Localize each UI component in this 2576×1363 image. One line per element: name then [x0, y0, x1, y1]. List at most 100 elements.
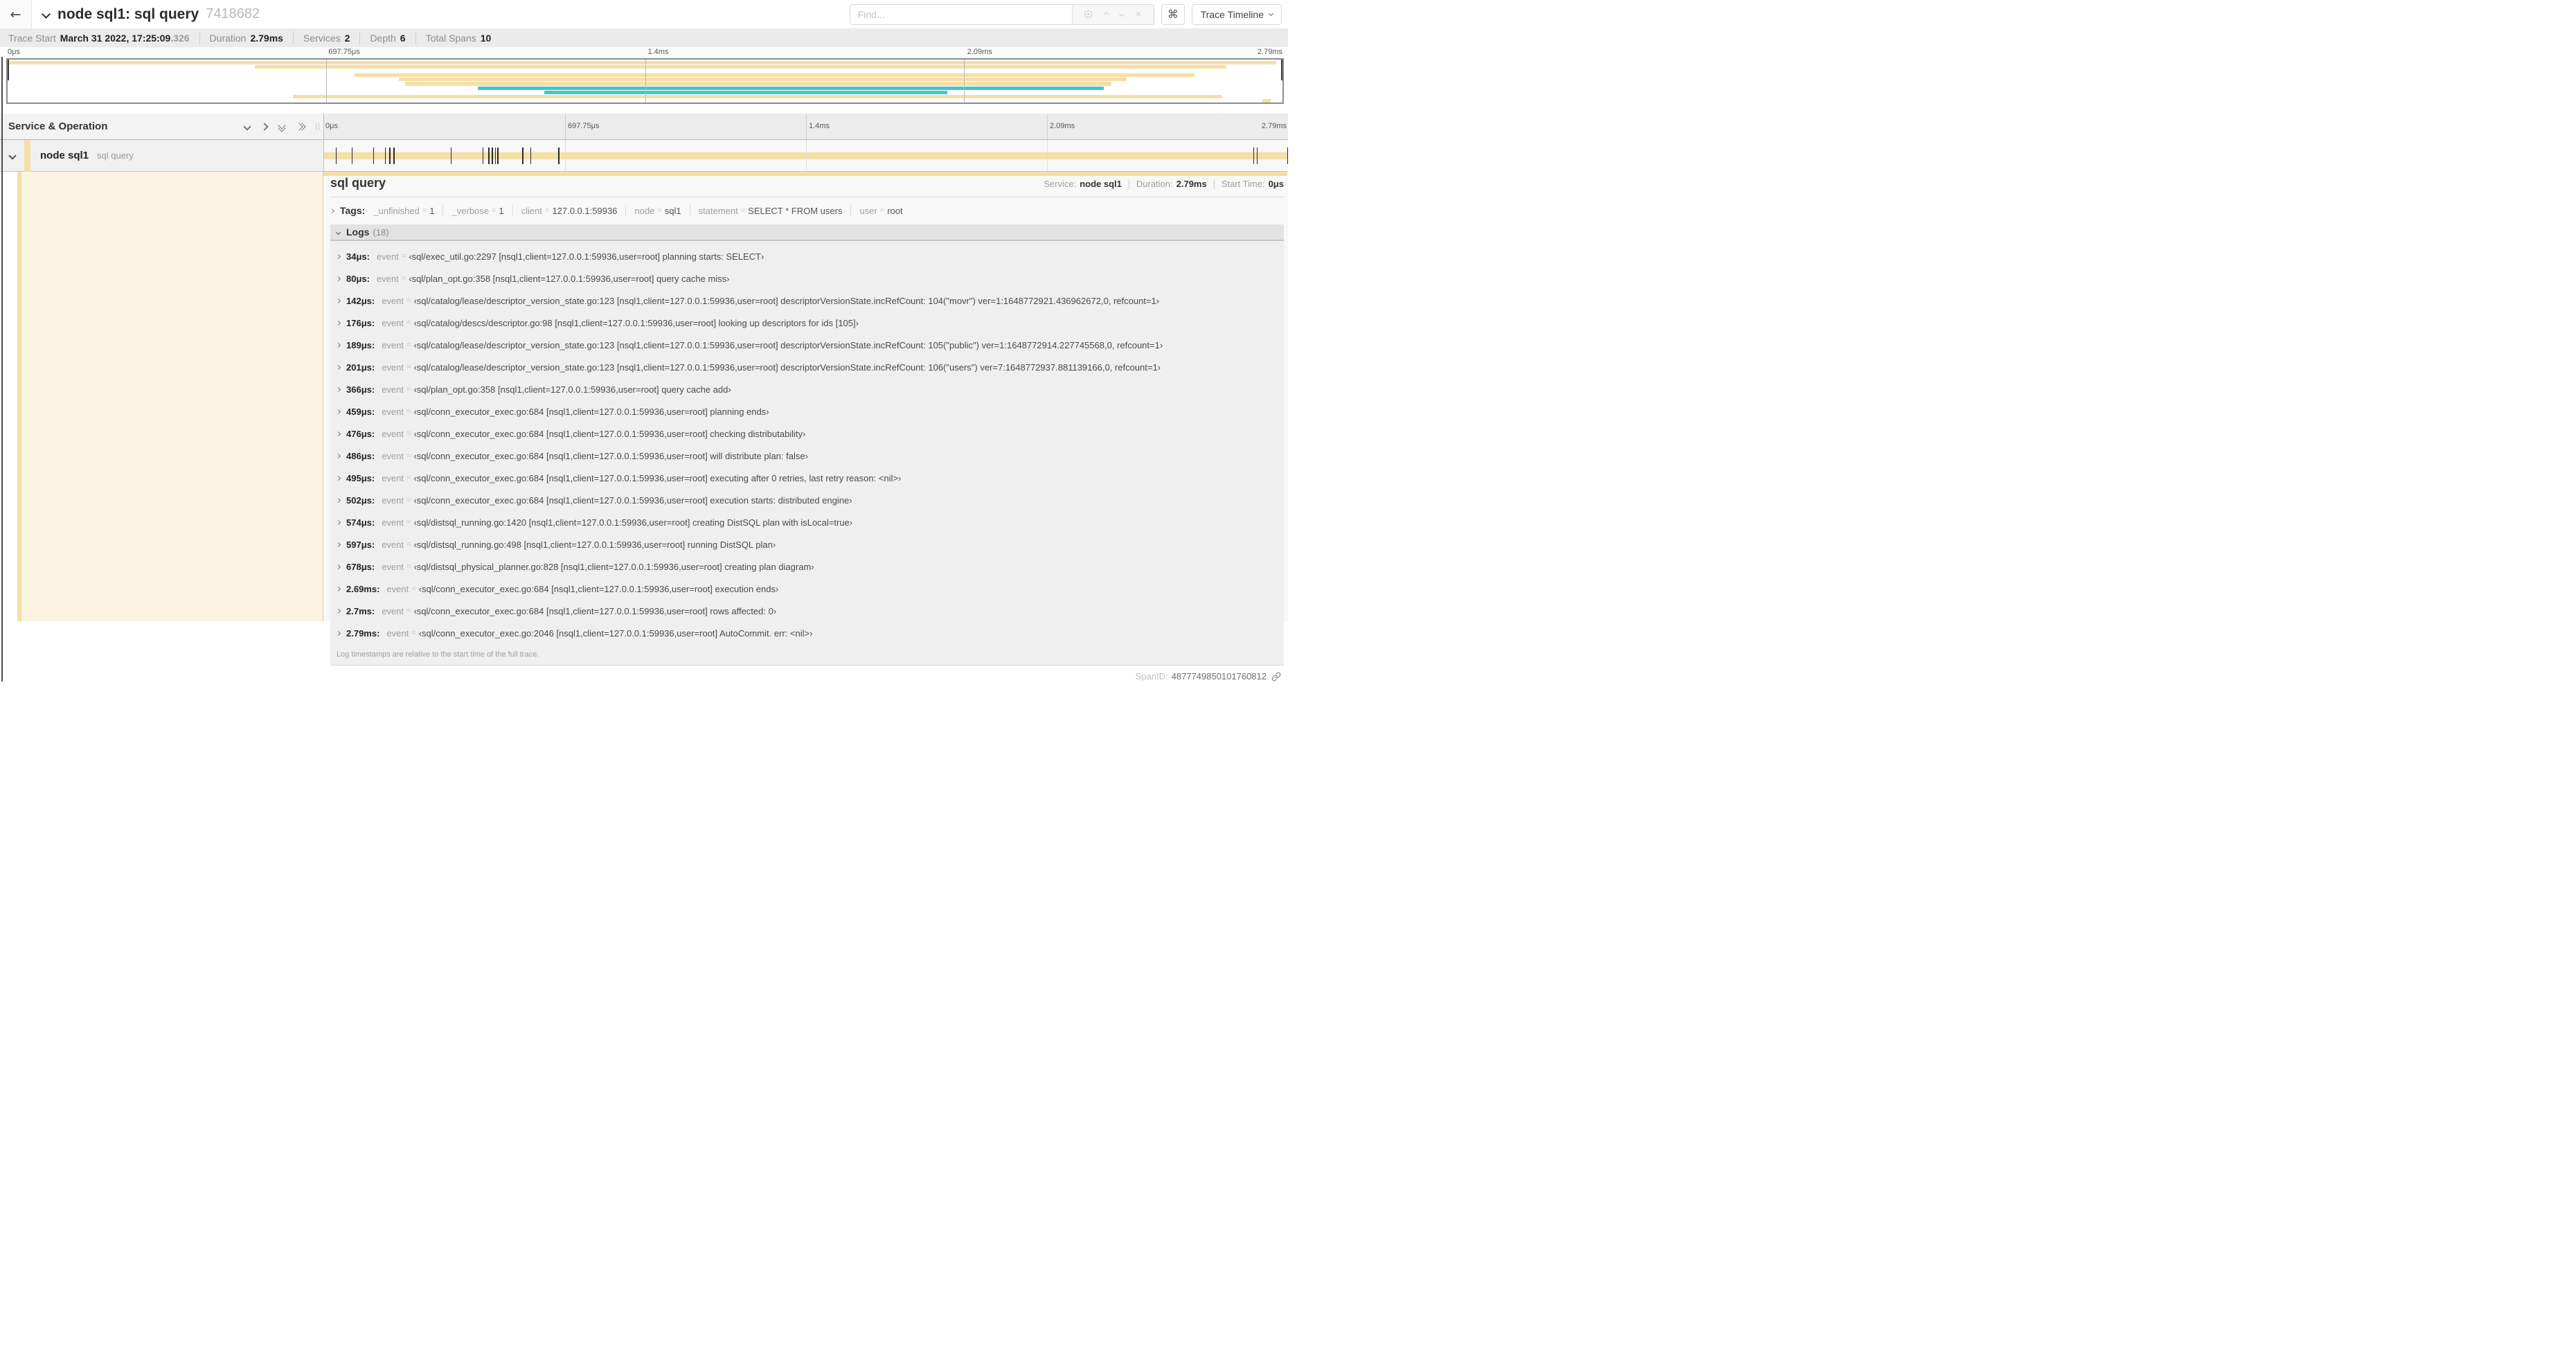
log-entry[interactable]: 597μs: event = ‹sql/distsql_running.go:498 …: [330, 533, 1284, 555]
separator: [359, 31, 361, 44]
equals-sign: =: [406, 296, 411, 305]
equals-sign: =: [406, 407, 411, 416]
span-id-row: SpanID: 4877749850101760812: [330, 671, 1284, 682]
log-entry[interactable]: 459μs: event = ‹sql/conn_executor_exec.go:6…: [330, 400, 1284, 422]
trace-info-value: March 31 2022, 17:25:09: [60, 32, 171, 44]
span-bar-cell[interactable]: [323, 140, 1288, 171]
span-row[interactable]: node sql1 sql query: [0, 139, 1288, 172]
log-marker-tick[interactable]: [522, 147, 524, 164]
log-field-value: ‹sql/conn_executor_exec.go:684 [nsql1,cl…: [413, 406, 769, 417]
log-entry[interactable]: 80μs: event = ‹sql/plan_opt.go:358 [nsql1,c…: [330, 267, 1284, 289]
log-field-value: ‹sql/catalog/lease/descriptor_version_st…: [413, 295, 1160, 306]
chevron-right-icon: [335, 586, 341, 591]
minimap-scrubber-left[interactable]: [8, 60, 9, 80]
timeline-tick-label: 0μs: [325, 122, 338, 130]
keyboard-shortcuts-button[interactable]: ⌘: [1161, 3, 1185, 25]
span-name-cell[interactable]: node sql1 sql query: [0, 139, 323, 172]
log-entry[interactable]: 2.69ms: event = ‹sql/conn_executor_exec.go:…: [330, 578, 1284, 600]
link-icon[interactable]: [1271, 672, 1281, 682]
log-field-key: event: [382, 517, 404, 528]
tags-row[interactable]: Tags: _unfinished = 1 _verbose = 1 client = 127.…: [329, 205, 1284, 216]
log-field-key: event: [382, 362, 404, 373]
log-marker-tick[interactable]: [488, 147, 490, 164]
chevron-down-icon: [335, 229, 341, 235]
detail-title: sql query: [330, 176, 386, 190]
log-entry[interactable]: 366μs: event = ‹sql/plan_opt.go:358 [nsql1,…: [330, 378, 1284, 400]
log-entry[interactable]: 502μs: event = ‹sql/conn_executor_exec.go:6…: [330, 489, 1284, 511]
tags-items: _unfinished = 1 _verbose = 1 client = 127.0.0.1:…: [373, 205, 903, 216]
prev-match-icon[interactable]: [1103, 11, 1109, 17]
log-timestamp: 2.79ms:: [346, 627, 380, 639]
log-field-value: ‹sql/distsql_running.go:1420 [nsql1,clie…: [413, 517, 853, 528]
log-timestamp: 2.69ms:: [346, 583, 380, 594]
separator: [292, 31, 294, 44]
separator: [850, 205, 852, 216]
log-entry[interactable]: 678μs: event = ‹sql/distsql_physical_planne…: [330, 555, 1284, 578]
log-entry[interactable]: 486μs: event = ‹sql/conn_executor_exec.go:6…: [330, 445, 1284, 467]
equals-sign: =: [406, 474, 411, 482]
log-entry[interactable]: 2.79ms: event = ‹sql/conn_executor_exec.go:…: [330, 622, 1284, 644]
span-id-label: SpanID:: [1135, 671, 1168, 682]
log-entry[interactable]: 176μs: event = ‹sql/catalog/descs/descripto…: [330, 312, 1284, 334]
log-marker-tick[interactable]: [393, 147, 395, 164]
trace-info-label: Total Spans: [425, 32, 476, 44]
equals-sign: =: [401, 274, 406, 283]
log-marker-tick[interactable]: [530, 147, 532, 164]
log-entry[interactable]: 495μs: event = ‹sql/conn_executor_exec.go:6…: [330, 467, 1284, 489]
equals-sign: =: [422, 206, 427, 215]
chevron-down-icon[interactable]: [243, 122, 251, 131]
double-chevron-down-icon[interactable]: [278, 121, 286, 132]
log-entry[interactable]: 142μs: event = ‹sql/catalog/lease/descripto…: [330, 289, 1284, 312]
log-entry[interactable]: 201μs: event = ‹sql/catalog/lease/descripto…: [330, 356, 1284, 378]
logs-header[interactable]: Logs (18): [330, 224, 1284, 241]
log-marker-tick[interactable]: [384, 147, 386, 164]
log-marker-tick[interactable]: [335, 147, 337, 164]
log-marker-tick[interactable]: [494, 147, 497, 164]
log-entry[interactable]: 189μs: event = ‹sql/catalog/lease/descripto…: [330, 334, 1284, 356]
tag-key: _verbose: [451, 205, 489, 216]
log-marker-tick[interactable]: [497, 147, 499, 164]
log-marker-tick[interactable]: [389, 147, 391, 164]
chevron-right-icon: [335, 475, 341, 481]
log-entry[interactable]: 476μs: event = ‹sql/conn_executor_exec.go:6…: [330, 422, 1284, 445]
summary-label: Start Time:: [1221, 179, 1265, 189]
detail-row-background: [21, 172, 323, 621]
column-resizer-grip[interactable]: [316, 123, 319, 130]
trace-view-selector[interactable]: Trace Timeline: [1191, 3, 1282, 25]
log-marker-tick[interactable]: [1257, 147, 1258, 164]
collapse-trace-header-icon[interactable]: [42, 10, 51, 19]
chevron-right-icon: [335, 519, 341, 525]
double-chevron-right-icon[interactable]: [295, 122, 306, 131]
log-field-value: ‹sql/distsql_running.go:498 [nsql1,clien…: [413, 539, 776, 550]
chevron-right-icon: [335, 431, 341, 436]
chevron-right-icon[interactable]: [260, 122, 269, 131]
log-entry[interactable]: 34μs: event = ‹sql/exec_util.go:2297 [nsql1…: [330, 245, 1284, 267]
chevron-right-icon: [335, 608, 341, 614]
log-field-key: event: [382, 495, 404, 506]
log-marker-tick[interactable]: [373, 147, 375, 164]
detail-summary: Service: node sql1 Duration: 2.79ms Start Ti…: [1044, 179, 1284, 189]
minimap-scrubber-right[interactable]: [1281, 60, 1282, 80]
log-marker-tick[interactable]: [1253, 147, 1255, 164]
next-match-icon[interactable]: [1118, 11, 1125, 17]
tag-key: user: [859, 205, 877, 216]
clear-search-icon[interactable]: ×: [1135, 9, 1141, 19]
span-detail-panel: sql query Service: node sql1 Duration: 2.79…: [323, 172, 1288, 682]
tag-value: sql1: [664, 205, 681, 216]
log-marker-tick[interactable]: [1287, 147, 1288, 164]
find-input[interactable]: [850, 4, 1072, 24]
timeline-gridline: [1047, 140, 1048, 171]
log-entry[interactable]: 2.7ms: event = ‹sql/conn_executor_exec.go:6…: [330, 600, 1284, 622]
back-button[interactable]: ←: [0, 0, 32, 28]
tag-key: node: [634, 205, 655, 216]
collapse-span-icon[interactable]: [8, 151, 17, 160]
timeline-minimap[interactable]: [6, 58, 1284, 104]
log-entry[interactable]: 574μs: event = ‹sql/distsql_running.go:1420…: [330, 511, 1284, 533]
find-box: ×: [849, 3, 1154, 25]
locate-match-icon[interactable]: [1084, 10, 1093, 18]
log-field-value: ‹sql/conn_executor_exec.go:684 [nsql1,cl…: [418, 583, 779, 594]
log-marker-tick[interactable]: [558, 147, 560, 164]
tag-value: 1: [429, 205, 435, 216]
operation-name: sql query: [97, 150, 134, 161]
log-field-value: ‹sql/catalog/lease/descriptor_version_st…: [413, 362, 1161, 373]
